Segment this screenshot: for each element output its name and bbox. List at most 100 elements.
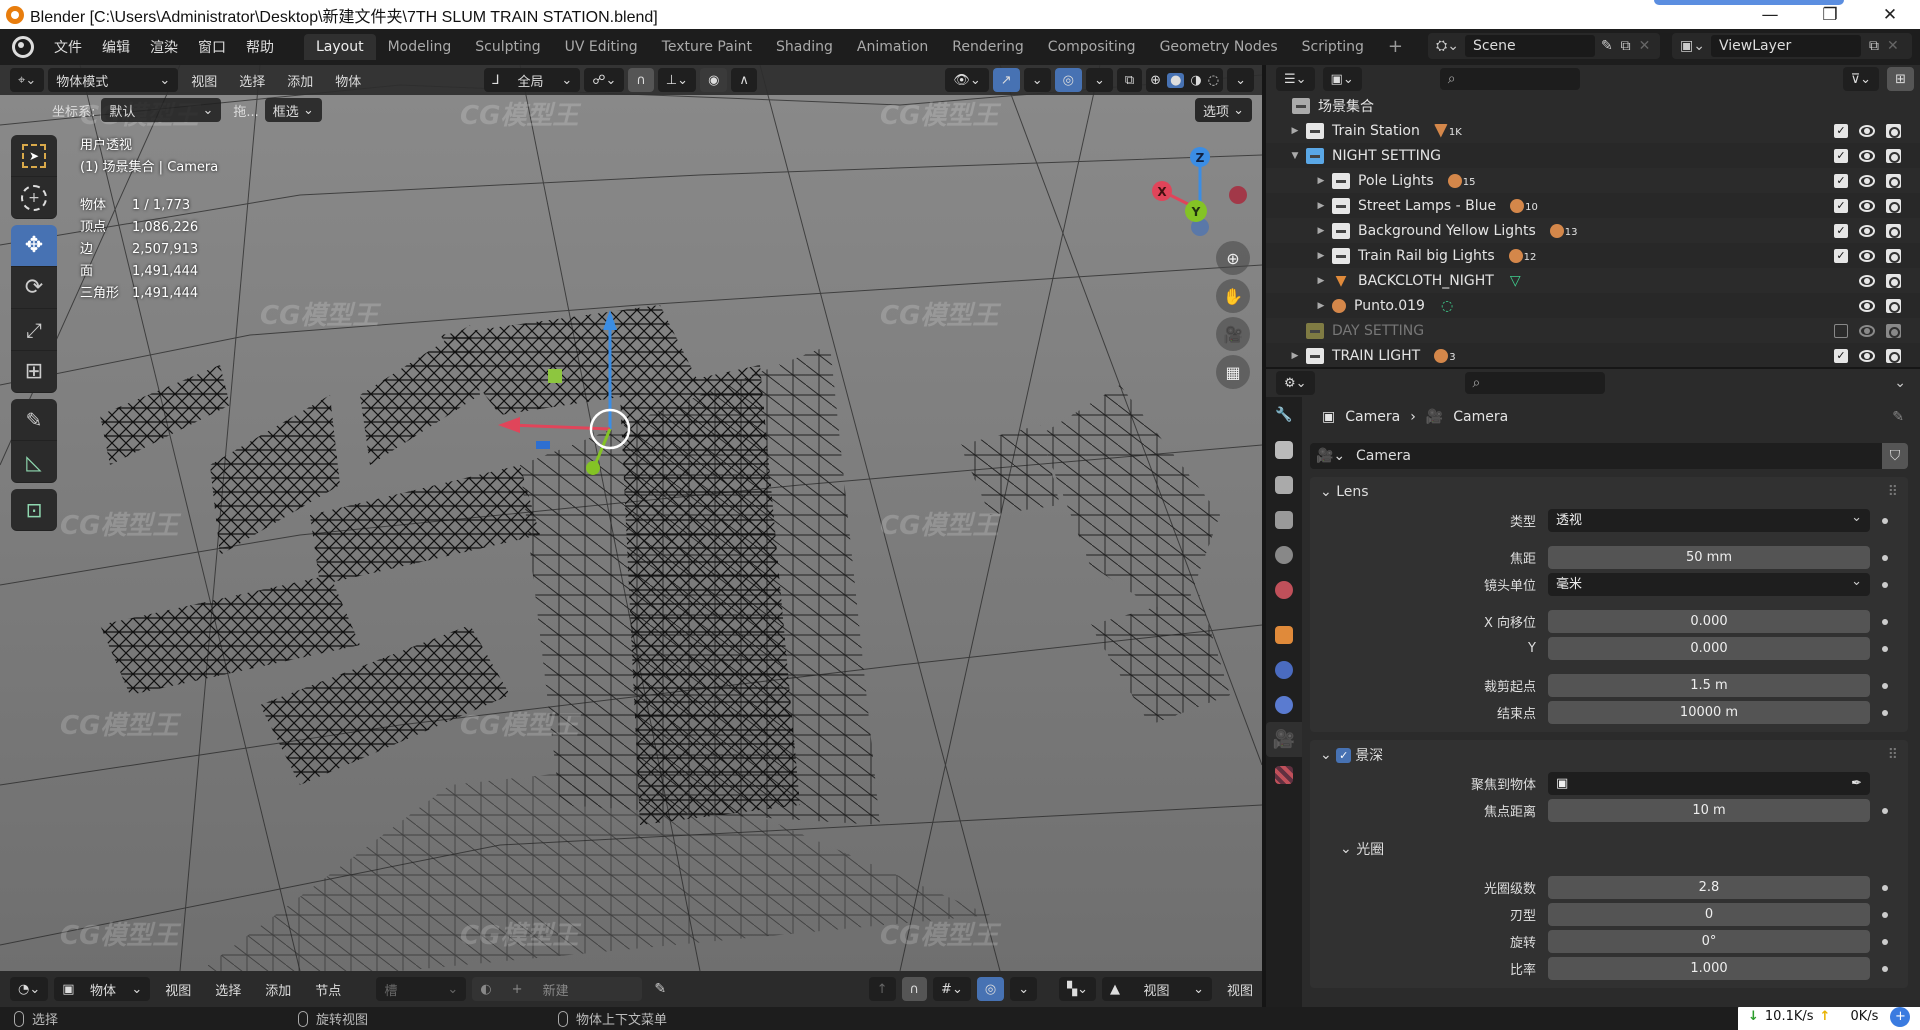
bottom-menu-node[interactable]: 节点 [306, 980, 350, 999]
render-camera-icon[interactable] [1886, 298, 1901, 313]
expand-right-icon[interactable]: ▶ [1288, 126, 1302, 136]
outliner-search[interactable]: ⌕ [1439, 68, 1580, 90]
eye-icon[interactable] [1859, 249, 1875, 262]
exclude-checkbox[interactable]: ✓ [1834, 223, 1848, 238]
display-mode-button[interactable]: ▣⌄ [1322, 67, 1362, 91]
outliner-row[interactable]: ▶ Background Yellow Lights 13 ✓ [1266, 218, 1920, 243]
keyframe-dot[interactable] [1882, 965, 1888, 972]
pan-view-button[interactable]: ✋ [1216, 279, 1250, 313]
aperture-subpanel-header[interactable]: ⌄ 光圈 [1310, 834, 1908, 864]
visibility-button[interactable]: 👁⌄ [945, 68, 989, 92]
tab-tool[interactable]: 🔧 [1266, 397, 1302, 432]
tab-world[interactable] [1266, 572, 1302, 607]
snap-mode-button[interactable]: #⌄ [933, 977, 971, 1001]
exclude-checkbox[interactable]: ✓ [1834, 148, 1848, 163]
close-button[interactable]: ✕ [1860, 0, 1920, 29]
eye-icon[interactable] [1859, 299, 1875, 312]
tab-sculpting[interactable]: Sculpting [463, 34, 552, 60]
pin-icon[interactable]: ✎ [1601, 38, 1613, 54]
transform-tool[interactable]: ⊞ [11, 351, 57, 393]
fake-user-shield-icon[interactable]: ⛉ [1882, 443, 1908, 469]
dof-enable-checkbox[interactable]: ✓ [1336, 747, 1352, 763]
outliner-row[interactable]: ▶ TRAIN LIGHT 3 ✓ [1266, 343, 1920, 368]
tab-constraints[interactable] [1266, 687, 1302, 722]
eye-icon[interactable] [1859, 349, 1875, 362]
focus-object-field[interactable]: ▣ ✒ [1548, 769, 1870, 795]
expand-right-icon[interactable]: ▶ [1288, 351, 1302, 361]
tab-uv-editing[interactable]: UV Editing [553, 34, 650, 60]
outliner-row[interactable]: ▼ NIGHT SETTING ✓ [1266, 143, 1920, 168]
outliner-row[interactable]: DAY SETTING [1266, 318, 1920, 343]
child-count-badge[interactable]: 10 [1510, 198, 1538, 213]
child-count-badge[interactable]: 12 [1508, 248, 1536, 263]
outliner-row[interactable]: ▶ Punto.019 ◌ [1266, 293, 1920, 318]
material-new-button[interactable]: ◐ + 新建 [472, 977, 643, 1001]
new-collection-button[interactable]: ⊞ [1887, 67, 1914, 91]
menu-edit[interactable]: 编辑 [92, 37, 140, 57]
child-count-badge[interactable]: 15 [1447, 173, 1475, 188]
expand-right-icon[interactable]: ▶ [1314, 226, 1328, 236]
pivot-point-button[interactable]: ☍⌄ [584, 68, 625, 92]
expand-down-icon[interactable]: ▼ [1288, 151, 1302, 161]
light-data-icon[interactable]: ◌ [1441, 298, 1453, 314]
exclude-checkbox[interactable]: ✓ [1834, 348, 1848, 363]
add-cube-tool[interactable]: ⊡ [11, 489, 57, 531]
breadcrumb-object[interactable]: Camera [1345, 409, 1400, 425]
filter-button[interactable]: ⊽⌄ [1842, 67, 1880, 91]
gizmo-options[interactable]: ⌄ [1023, 68, 1051, 92]
tab-texture[interactable] [1266, 757, 1302, 792]
tab-compositing[interactable]: Compositing [1036, 34, 1148, 60]
eye-icon[interactable] [1859, 224, 1875, 237]
delete-scene-icon[interactable]: ✕ [1639, 38, 1651, 54]
render-camera-icon[interactable] [1886, 273, 1901, 288]
eyedropper-icon[interactable]: ✒ [1851, 772, 1862, 795]
camera-view-button[interactable]: 🎥 [1216, 317, 1250, 351]
overlay-toggle[interactable]: ◎ [1054, 68, 1082, 92]
eye-icon[interactable] [1859, 324, 1875, 337]
tab-render[interactable] [1266, 432, 1302, 467]
tab-geometry-nodes[interactable]: Geometry Nodes [1148, 34, 1290, 60]
eye-icon[interactable] [1859, 274, 1875, 287]
tab-scripting[interactable]: Scripting [1290, 34, 1376, 60]
render-camera-icon[interactable] [1886, 323, 1901, 338]
menu-help[interactable]: 帮助 [236, 37, 284, 57]
child-count-badge[interactable]: 3 [1434, 348, 1456, 363]
tab-layout[interactable]: Layout [304, 34, 376, 60]
annotate-tool[interactable]: ✎ [11, 399, 57, 441]
minimize-button[interactable]: — [1740, 0, 1800, 29]
options-dropdown[interactable]: 选项 ⌄ [1194, 98, 1252, 122]
viewlayer-icon[interactable]: ▣⌄ [1680, 38, 1705, 54]
xray-toggle[interactable]: ⧉ [1116, 68, 1143, 92]
ortho-toggle-button[interactable]: ▦ [1216, 355, 1250, 389]
outliner-row[interactable]: ▶ Train Station 1K ✓ [1266, 118, 1920, 143]
overlay-options[interactable]: ⌄ [1085, 68, 1113, 92]
3d-viewport[interactable]: CG模型王 CG模型王 CG模型王 CG模型王 CG模型王 CG模型王 CG模型… [0, 65, 1262, 971]
gizmo-toggle[interactable]: ↗ [992, 68, 1020, 92]
tab-physics[interactable] [1266, 652, 1302, 687]
eye-icon[interactable] [1859, 174, 1875, 187]
lens-panel-header[interactable]: ⌄ Lens ⠿ [1310, 477, 1908, 507]
clip-start-field[interactable]: 1.5 m [1548, 674, 1870, 697]
expand-right-icon[interactable]: ▶ [1314, 276, 1328, 286]
viewport-menu-view[interactable]: 视图 [182, 71, 226, 90]
scene-icon[interactable]: ⛭⌄ [1436, 38, 1459, 54]
menu-render[interactable]: 渲染 [140, 37, 188, 57]
add-icon[interactable]: + [1890, 1006, 1911, 1027]
tab-scene[interactable] [1266, 537, 1302, 572]
lens-unit-dropdown[interactable]: 毫米 [1548, 570, 1870, 596]
zoom-view-button[interactable]: ⊕ [1216, 241, 1250, 275]
lens-type-dropdown[interactable]: 透视 [1548, 506, 1870, 532]
keyframe-dot[interactable] [1882, 938, 1888, 945]
render-camera-icon[interactable] [1886, 348, 1901, 363]
keyframe-dot[interactable] [1882, 645, 1888, 652]
overlay-options[interactable]: ⌄ [1010, 977, 1038, 1001]
child-count-badge[interactable]: 13 [1549, 223, 1578, 238]
expand-right-icon[interactable]: ▶ [1314, 301, 1328, 311]
drag-handle-icon[interactable]: ⠿ [1888, 747, 1898, 763]
tab-output[interactable] [1266, 467, 1302, 502]
maximize-button[interactable]: ❐ [1800, 0, 1860, 29]
focus-distance-field[interactable]: 10 m [1548, 799, 1870, 822]
add-workspace-button[interactable]: + [1376, 34, 1415, 60]
tab-modeling[interactable]: Modeling [376, 34, 464, 60]
transform-orientation-selector[interactable]: ⅃ 全局 ⌄ [484, 68, 581, 92]
